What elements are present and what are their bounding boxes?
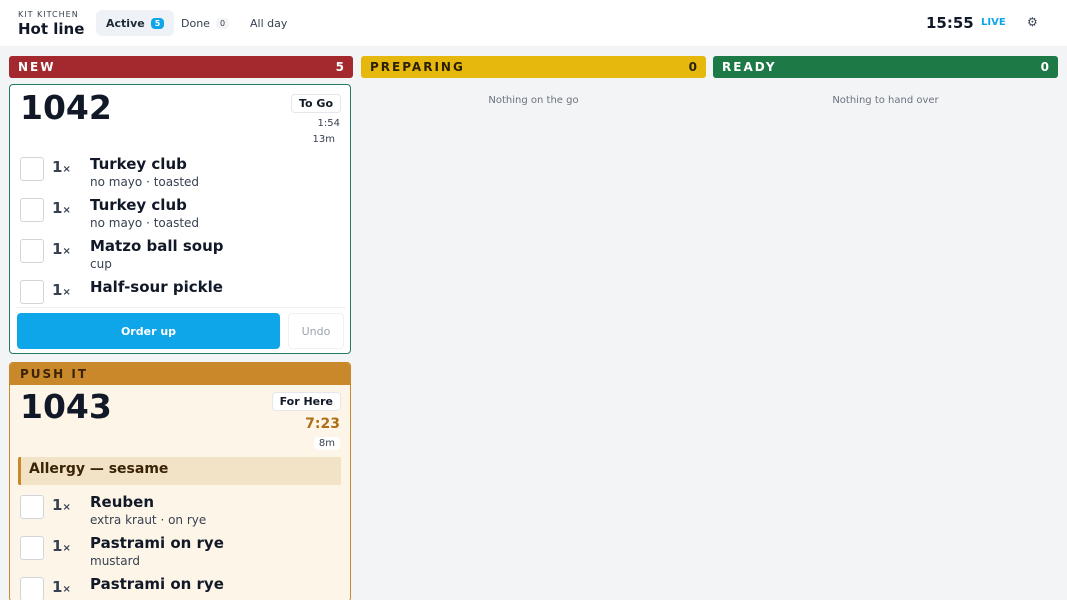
- column-ready-count: 0: [1040, 60, 1049, 74]
- item-name: Turkey club: [90, 196, 187, 214]
- undo-button[interactable]: Undo: [288, 313, 344, 349]
- column-header-preparing: PREPARING 0: [361, 56, 706, 78]
- ticket-timer: 1:54: [317, 118, 340, 129]
- tab-active[interactable]: Active 5: [96, 10, 175, 36]
- item-modifiers: extra kraut · on rye: [90, 513, 207, 527]
- column-header-new: NEW 5: [9, 56, 353, 78]
- column-preparing-count: 0: [688, 60, 697, 74]
- ticket-age: 13m: [307, 133, 340, 146]
- list-item: 1× Turkey club no mayo · toasted: [20, 155, 340, 195]
- item-modifiers: no mayo · toasted: [90, 216, 200, 230]
- item-qty: 1×: [52, 496, 71, 514]
- tab-done-count: 0: [215, 17, 230, 29]
- list-item: 1× Pastrami on rye mustard: [20, 534, 340, 574]
- preparing-empty-message: Nothing on the go: [488, 95, 579, 106]
- live-indicator: LIVE: [981, 17, 1006, 28]
- item-qty: 1×: [52, 240, 71, 258]
- tab-done[interactable]: Done 0: [171, 10, 239, 36]
- gear-icon[interactable]: ⚙: [1027, 15, 1038, 29]
- brand-kicker: KIT KITCHEN: [18, 10, 79, 19]
- item-qty: 1×: [52, 158, 71, 176]
- item-checkbox[interactable]: [20, 536, 44, 560]
- column-ready-label: READY: [722, 60, 777, 74]
- allergy-alert: Allergy — sesame: [18, 457, 341, 485]
- ticket-number: 1042: [20, 88, 112, 127]
- list-item: 1× Turkey club no mayo · toasted: [20, 196, 340, 236]
- item-qty: 1×: [52, 537, 71, 555]
- list-item: 1× Pastrami on rye: [20, 575, 340, 600]
- order-up-button[interactable]: Order up: [17, 313, 280, 349]
- ticket-age: 8m: [313, 437, 340, 450]
- item-qty: 1×: [52, 199, 71, 217]
- ticket-timer: 7:23: [305, 416, 340, 432]
- tab-active-label: Active: [106, 16, 145, 30]
- order-type-badge: For Here: [271, 392, 341, 411]
- item-modifiers: no mayo · toasted: [90, 175, 200, 189]
- item-checkbox[interactable]: [20, 495, 44, 519]
- tab-active-count: 5: [150, 17, 165, 29]
- item-modifiers: mustard: [90, 554, 140, 568]
- list-item: 1× Reuben extra kraut · on rye: [20, 493, 340, 533]
- top-bar: KIT KITCHEN Hot line Active 5 Done 0 All…: [0, 0, 1067, 46]
- column-new-label: NEW: [18, 60, 56, 74]
- column-header-ready: READY 0: [713, 56, 1058, 78]
- clock: 15:55: [926, 14, 974, 32]
- item-name: Pastrami on rye: [90, 534, 224, 552]
- ticket-card-1042[interactable]: 1042 To Go 1:54 13m 1× Turkey club no ma…: [9, 84, 351, 354]
- item-name: Reuben: [90, 493, 154, 511]
- list-item: 1× Half-sour pickle: [20, 278, 340, 318]
- item-checkbox[interactable]: [20, 239, 44, 263]
- tab-all-day-label: All day: [250, 16, 288, 30]
- order-type-badge: To Go: [290, 94, 341, 113]
- column-new-count: 5: [335, 60, 344, 74]
- item-checkbox[interactable]: [20, 198, 44, 222]
- station-title: Hot line: [18, 20, 85, 38]
- item-name: Pastrami on rye: [90, 575, 224, 593]
- item-qty: 1×: [52, 281, 71, 299]
- item-modifiers: cup: [90, 257, 112, 271]
- push-it-flag: PUSH IT: [10, 363, 350, 385]
- item-name: Matzo ball soup: [90, 237, 224, 255]
- ready-empty-message: Nothing to hand over: [832, 95, 939, 106]
- list-item: 1× Matzo ball soup cup: [20, 237, 340, 277]
- ticket-number: 1043: [20, 387, 112, 426]
- column-preparing-label: PREPARING: [370, 60, 465, 74]
- tab-all-day[interactable]: All day: [240, 10, 297, 36]
- item-checkbox[interactable]: [20, 577, 44, 600]
- item-name: Half-sour pickle: [90, 278, 223, 296]
- item-qty: 1×: [52, 578, 71, 596]
- item-name: Turkey club: [90, 155, 187, 173]
- tab-done-label: Done: [181, 16, 210, 30]
- item-checkbox[interactable]: [20, 157, 44, 181]
- ticket-card-1043[interactable]: PUSH IT 1043 For Here 7:23 8m Allergy — …: [9, 362, 351, 600]
- divider: [16, 307, 346, 308]
- item-checkbox[interactable]: [20, 280, 44, 304]
